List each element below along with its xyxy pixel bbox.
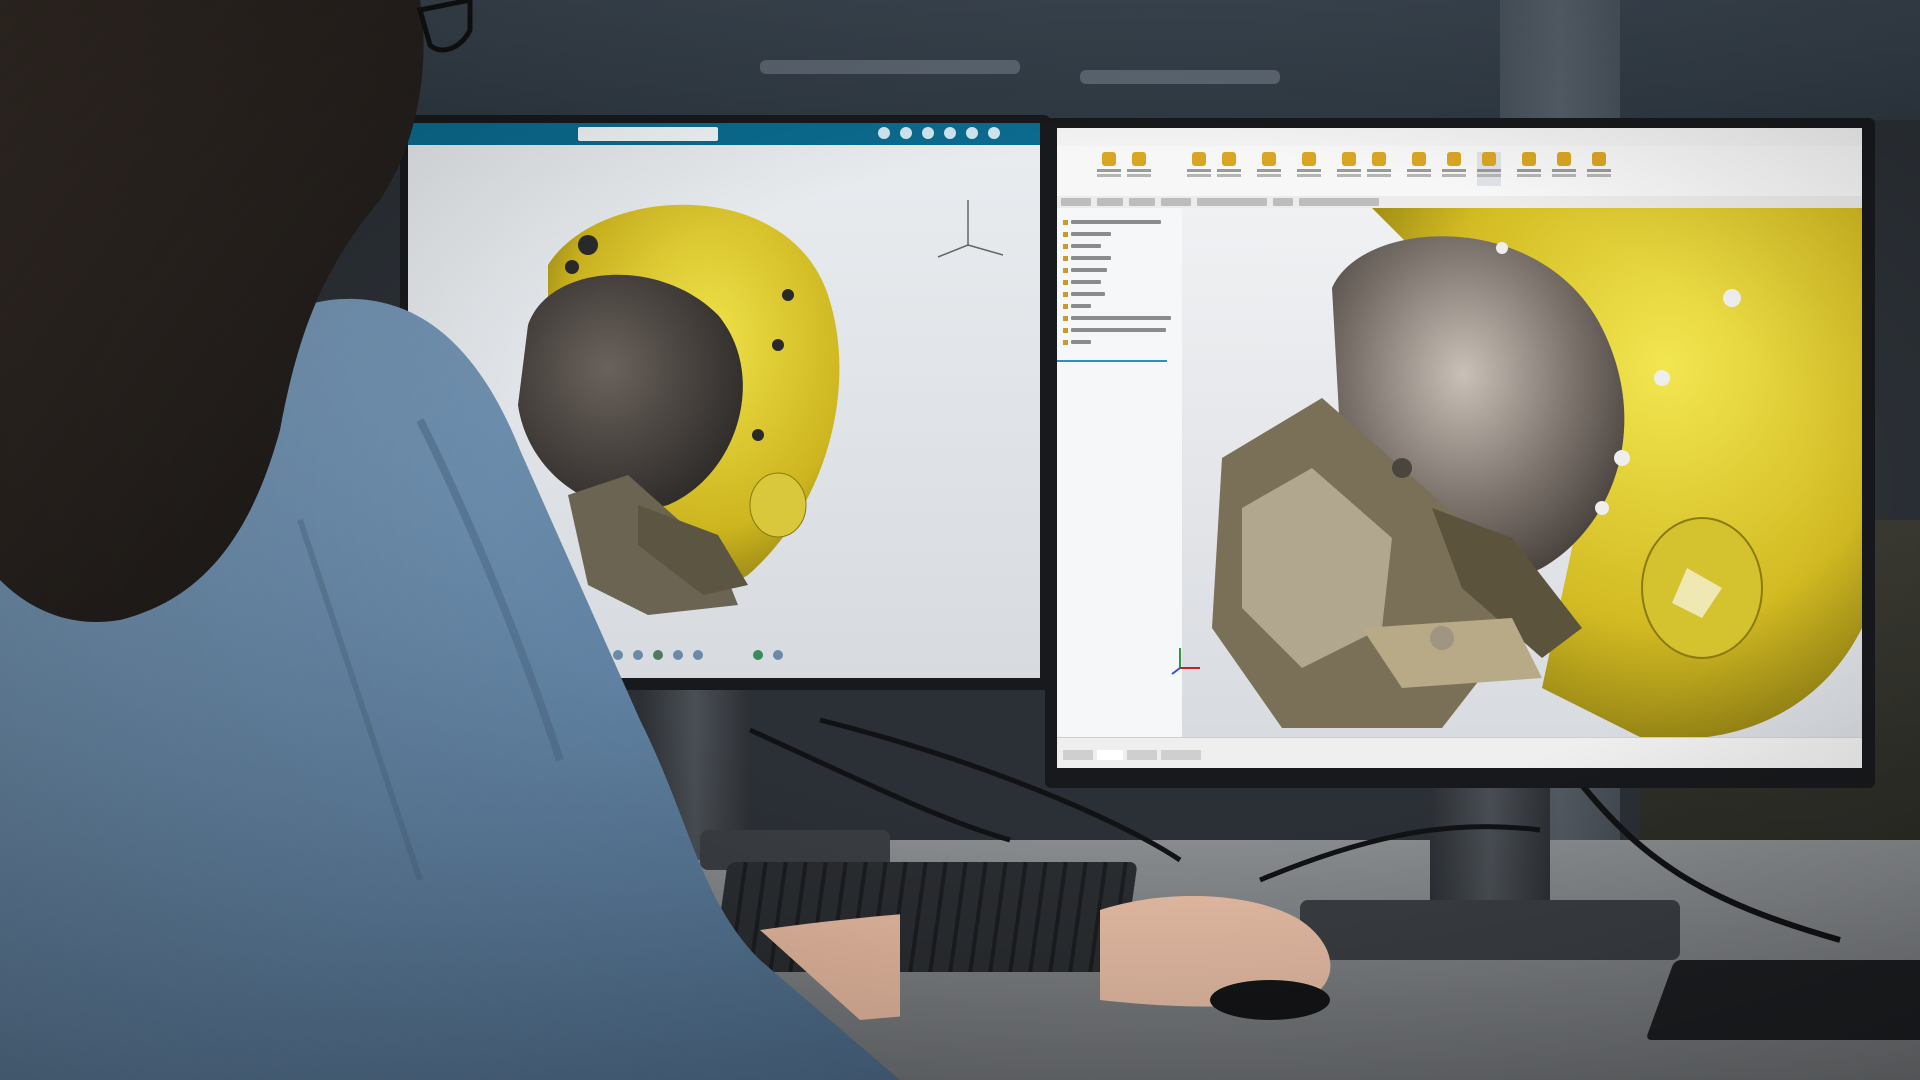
hand-on-mouse [1100,896,1331,1020]
tree-item[interactable] [1071,328,1166,332]
tab[interactable] [1161,198,1191,206]
helmet-model-right [1212,208,1862,738]
ribbon-button[interactable] [1217,152,1241,186]
ribbon-button[interactable] [1127,152,1151,186]
ribbon-button[interactable] [1552,152,1576,186]
toolbar-icon[interactable] [944,127,956,139]
toolbar-icon[interactable] [988,127,1000,139]
tree-item[interactable] [1071,268,1107,272]
ribbon-button[interactable] [1297,152,1321,186]
tab[interactable] [1061,198,1091,206]
tree-item[interactable] [1071,292,1105,296]
axis-triad-icon [937,200,1004,258]
right-monitor [1045,118,1875,788]
person-at-desk [0,0,900,1080]
toolbar-icon[interactable] [922,127,934,139]
feature-tree-panel [1057,208,1183,738]
tab[interactable] [1299,198,1379,206]
sheet-tab[interactable] [1127,750,1157,760]
tree-divider [1057,360,1167,362]
ribbon-button[interactable] [1442,152,1466,186]
tree-item[interactable] [1071,256,1111,260]
tab[interactable] [1097,198,1123,206]
tree-item[interactable] [1071,220,1161,224]
toolbar-icon[interactable] [966,127,978,139]
toolbar-icon[interactable] [900,127,912,139]
tree-item[interactable] [1071,340,1091,344]
tree-item[interactable] [1071,280,1101,284]
ribbon-button[interactable] [1587,152,1611,186]
tree-item[interactable] [1071,232,1111,236]
right-screen [1057,128,1862,768]
ribbon-button[interactable] [1337,152,1361,186]
tree-item[interactable] [1071,316,1171,320]
ribbon-button[interactable] [1257,152,1281,186]
ribbon-button[interactable] [1097,152,1121,186]
laptop [1645,960,1920,1040]
ribbon-button[interactable] [1517,152,1541,186]
tab[interactable] [1197,198,1267,206]
tab[interactable] [1273,198,1293,206]
ceiling-light [1080,70,1280,84]
photo-scene [0,0,1920,1080]
tree-item[interactable] [1071,244,1101,248]
right-3d-viewport[interactable] [1171,208,1862,738]
tab[interactable] [1129,198,1155,206]
sheet-tab[interactable] [1161,750,1201,760]
ribbon-button[interactable] [1367,152,1391,186]
axis-triad-icon [1171,648,1200,675]
sheet-tab[interactable] [1063,750,1093,760]
right-app-titlebar [1057,128,1862,147]
ribbon-button[interactable] [1407,152,1431,186]
right-app-statusbar [1057,737,1862,768]
ribbon-button[interactable] [1187,152,1211,186]
sheet-tab-active[interactable] [1097,750,1123,760]
tree-item[interactable] [1071,304,1091,308]
right-app-ribbon [1057,146,1862,197]
ribbon-button-active[interactable] [1477,152,1501,186]
